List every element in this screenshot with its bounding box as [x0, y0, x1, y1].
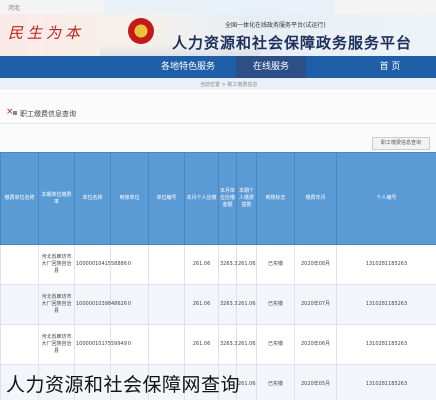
- cell: [148, 244, 185, 285]
- cell: 261.06: [184, 284, 219, 325]
- caption-overlay: 人力资源和社会保障网查询: [0, 364, 436, 400]
- table-header-row: 缴费单位名称 本期单位缴费率 单位名称 到账单位 单位编号 本月个人应缴 本月单…: [0, 152, 436, 245]
- col-header: 缴费年月: [294, 152, 337, 245]
- cell: 已实缴: [256, 324, 295, 365]
- cell: 河北省廊坊市大厂回族自治县: [38, 244, 75, 285]
- cell: 261.06: [236, 324, 257, 365]
- col-header: 本月个人应缴: [184, 152, 219, 245]
- cell: 已实缴: [256, 284, 295, 325]
- query-tab-button[interactable]: 职工缴费信息查询: [372, 137, 430, 150]
- cell: 3263.3: [218, 244, 238, 285]
- cell: [0, 324, 39, 365]
- table-row[interactable]: 河北省廊坊市大厂回族自治县 1000001041558886 0 261.06 …: [0, 244, 436, 285]
- cell: 3263.3: [218, 284, 238, 325]
- site-title: 人力资源和社会保障政务服务平台: [172, 34, 413, 52]
- cell: 河北省廊坊市大厂回族自治县: [38, 284, 75, 325]
- col-header: 本月单位应缴金额: [218, 152, 237, 245]
- col-header: 缴费单位名称: [0, 152, 39, 245]
- cell: 1310281185263: [336, 244, 436, 285]
- cell: 2020年06月: [294, 324, 337, 365]
- cell: [0, 284, 39, 325]
- cell: 261.06: [236, 244, 257, 285]
- table-row[interactable]: 河北省廊坊市大厂回族自治县 1000001017559949 0 261.06 …: [0, 324, 436, 365]
- col-header: 本期个人缴费基数: [236, 152, 257, 245]
- cell: 1310281185263: [336, 324, 436, 365]
- location-label[interactable]: 河北: [8, 3, 20, 12]
- top-bar-strip: [104, 0, 334, 14]
- cell: 1310281185263: [336, 284, 436, 325]
- nav-home[interactable]: 首 页: [345, 56, 435, 78]
- cell: 3263.3: [218, 324, 238, 365]
- breadcrumb: 当前位置 > 职工缴费信息: [200, 82, 258, 88]
- col-header: 单位编号: [148, 152, 185, 245]
- cell: 2020年07月: [294, 284, 337, 325]
- cell: [148, 324, 185, 365]
- nav-local-services[interactable]: 各地特色服务: [148, 56, 228, 78]
- caption-text: 人力资源和社会保障网查询: [6, 374, 241, 396]
- site-banner: 民生为本 全国一体化在线政务服务平台(试运行) 人力资源和社会保障政务服务平台: [0, 14, 436, 56]
- cell: 2020年08月: [294, 244, 337, 285]
- table-row[interactable]: 河北省廊坊市大厂回族自治县 1000001039848626 0 261.06 …: [0, 284, 436, 325]
- cell: [0, 244, 39, 285]
- main-nav: 首 页 在线服务 各地特色服务: [0, 56, 436, 78]
- banner-subtitle: 全国一体化在线政务服务平台(试运行): [225, 22, 326, 29]
- national-emblem-icon: [128, 18, 154, 44]
- col-header: 本期单位缴费率: [38, 152, 75, 245]
- top-bar: 河北: [0, 0, 436, 14]
- col-header: 个人编号: [336, 152, 436, 245]
- col-header: 到账标志: [256, 152, 295, 245]
- cell: 1000001039848626: [74, 284, 127, 325]
- nav-online-service[interactable]: 在线服务: [236, 56, 306, 78]
- brand-slogan: 民生为本: [8, 24, 85, 42]
- panel-header: × 职工缴费信息查询: [0, 104, 436, 124]
- cell: 1000001017559949: [74, 324, 127, 365]
- panel-title: 职工缴费信息查询: [20, 110, 76, 118]
- cell: 河北省廊坊市大厂回族自治县: [38, 324, 75, 365]
- col-header: 到账单位: [110, 152, 149, 245]
- cell: 261.06: [184, 244, 219, 285]
- bullet-icon: [13, 111, 17, 115]
- cell: 已实缴: [256, 244, 295, 285]
- cell: 1000001041558886: [74, 244, 127, 285]
- cell: 261.06: [184, 324, 219, 365]
- cell: 261.06: [236, 284, 257, 325]
- col-header: 单位名称: [74, 152, 111, 245]
- cell: [148, 284, 185, 325]
- payment-table: 缴费单位名称 本期单位缴费率 单位名称 到账单位 单位编号 本月个人应缴 本月单…: [0, 152, 436, 400]
